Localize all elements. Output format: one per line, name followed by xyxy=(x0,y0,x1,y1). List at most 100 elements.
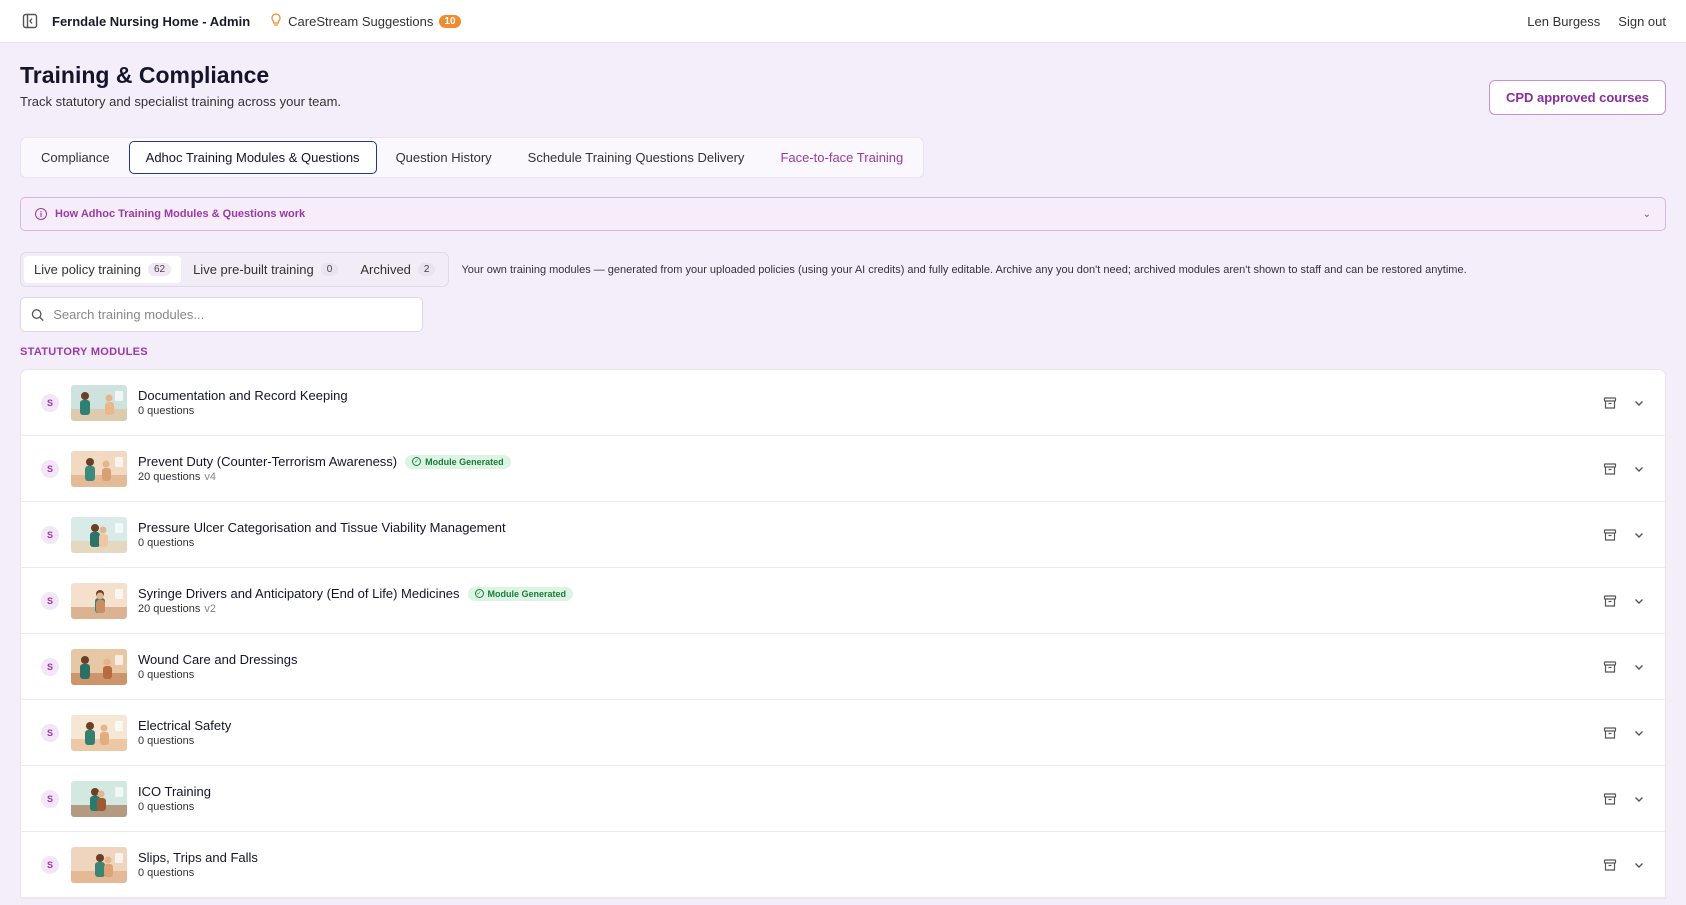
module-title: Documentation and Record Keeping xyxy=(138,388,348,403)
suggestions-link[interactable]: CareStream Suggestions 10 xyxy=(270,12,461,30)
list-item[interactable]: S Wound Care and Dressings 0 questions xyxy=(21,634,1665,700)
chevron-down-icon: ⌄ xyxy=(1642,208,1651,220)
subtab-label: Live policy training xyxy=(34,262,141,277)
chevron-down-icon[interactable] xyxy=(1633,727,1645,739)
question-count: 0 questions xyxy=(138,537,506,549)
statutory-badge: S xyxy=(41,393,59,412)
badge-label: Module Generated xyxy=(487,588,567,599)
tab-face-to-face[interactable]: Face-to-face Training xyxy=(763,141,920,174)
list-item[interactable]: S Documentation and Record Keeping 0 que… xyxy=(21,370,1665,436)
archive-icon[interactable] xyxy=(1603,660,1617,674)
check-circle-icon: ✓ xyxy=(412,457,422,466)
statutory-badge: S xyxy=(41,855,59,874)
module-thumbnail xyxy=(71,384,127,421)
question-count-text: 20 questions xyxy=(138,603,201,615)
chevron-down-icon[interactable] xyxy=(1633,859,1645,871)
sidebar-toggle-icon[interactable] xyxy=(20,11,40,31)
version-label: v4 xyxy=(204,471,217,483)
question-count-text: 0 questions xyxy=(138,735,195,747)
statutory-badge: S xyxy=(41,723,59,742)
archive-icon[interactable] xyxy=(1603,594,1617,608)
module-list: S Documentation and Record Keeping 0 que… xyxy=(20,369,1666,899)
archive-icon[interactable] xyxy=(1603,462,1617,476)
list-item[interactable]: S ICO Training 0 questions xyxy=(21,766,1665,832)
module-title: Prevent Duty (Counter-Terrorism Awarenes… xyxy=(138,454,398,469)
count-badge: 2 xyxy=(417,263,436,276)
module-thumbnail xyxy=(71,582,127,619)
statutory-badge: S xyxy=(41,789,59,808)
module-title: Syringe Drivers and Anticipatory (End of… xyxy=(138,586,460,601)
question-count: 0 questions xyxy=(138,669,297,681)
search-input[interactable] xyxy=(53,307,412,322)
archive-icon[interactable] xyxy=(1603,726,1617,740)
subtabs-description: Your own training modules — generated fr… xyxy=(461,263,1467,276)
how-it-works-label: How Adhoc Training Modules & Questions w… xyxy=(55,208,306,220)
user-name[interactable]: Len Burgess xyxy=(1527,14,1600,29)
question-count: 0 questions xyxy=(138,735,231,747)
module-title: Wound Care and Dressings xyxy=(138,652,298,667)
question-count-text: 0 questions xyxy=(138,669,195,681)
question-count-text: 0 questions xyxy=(138,801,195,813)
chevron-down-icon[interactable] xyxy=(1633,397,1645,409)
question-count: 0 questions xyxy=(138,405,348,417)
archive-icon[interactable] xyxy=(1603,858,1617,872)
archive-icon[interactable] xyxy=(1603,792,1617,806)
archive-icon[interactable] xyxy=(1603,396,1617,410)
module-filter-tabs: Live policy training 62 Live pre-built t… xyxy=(20,252,450,287)
subtab-live-prebuilt[interactable]: Live pre-built training 0 xyxy=(183,256,348,283)
version-label: v2 xyxy=(204,603,217,615)
check-circle-icon: ✓ xyxy=(474,589,484,598)
module-thumbnail xyxy=(71,846,127,883)
list-item[interactable]: S Pressure Ulcer Categorisation and Tiss… xyxy=(21,502,1665,568)
chevron-down-icon[interactable] xyxy=(1633,529,1645,541)
list-item[interactable]: S Electrical Safety 0 questions xyxy=(21,700,1665,766)
lightbulb-icon xyxy=(270,12,282,30)
chevron-down-icon[interactable] xyxy=(1633,793,1645,805)
module-generated-badge: ✓ Module Generated xyxy=(405,454,511,469)
suggestions-count-badge: 10 xyxy=(439,14,461,28)
tab-compliance[interactable]: Compliance xyxy=(24,141,127,174)
chevron-down-icon[interactable] xyxy=(1633,595,1645,607)
subtab-archived[interactable]: Archived 2 xyxy=(350,256,445,283)
statutory-badge: S xyxy=(41,657,59,676)
subtab-live-policy[interactable]: Live policy training 62 xyxy=(24,256,182,283)
search-box xyxy=(20,297,423,332)
main-content: Training & Compliance Track statutory an… xyxy=(20,43,1666,899)
module-title: ICO Training xyxy=(138,784,211,799)
top-bar: Ferndale Nursing Home - Admin CareStream… xyxy=(0,0,1686,43)
app-title: Ferndale Nursing Home - Admin xyxy=(52,13,251,29)
search-icon xyxy=(31,308,44,321)
module-title: Electrical Safety xyxy=(138,718,232,733)
module-title: Pressure Ulcer Categorisation and Tissue… xyxy=(138,520,506,535)
sign-out-link[interactable]: Sign out xyxy=(1618,14,1666,29)
module-thumbnail xyxy=(71,714,127,751)
main-tabs: Compliance Adhoc Training Modules & Ques… xyxy=(20,137,925,178)
count-badge: 0 xyxy=(320,263,339,276)
statutory-badge: S xyxy=(41,459,59,478)
list-item[interactable]: S Syringe Drivers and Anticipatory (End … xyxy=(21,568,1665,634)
archive-icon[interactable] xyxy=(1603,528,1617,542)
module-title: Slips, Trips and Falls xyxy=(138,850,258,865)
list-item[interactable]: S Prevent Duty (Counter-Terrorism Awaren… xyxy=(21,436,1665,502)
module-generated-badge: ✓ Module Generated xyxy=(467,586,574,601)
cpd-courses-button[interactable]: CPD approved courses xyxy=(1488,80,1666,115)
page-subtitle: Track statutory and specialist training … xyxy=(20,94,342,109)
tab-schedule-delivery[interactable]: Schedule Training Questions Delivery xyxy=(511,141,762,174)
question-count: 0 questions xyxy=(138,801,211,813)
chevron-down-icon[interactable] xyxy=(1633,463,1645,475)
how-it-works-panel[interactable]: i How Adhoc Training Modules & Questions… xyxy=(20,197,1666,231)
chevron-down-icon[interactable] xyxy=(1633,661,1645,673)
suggestions-label: CareStream Suggestions xyxy=(288,13,434,29)
module-thumbnail xyxy=(71,780,127,817)
info-icon: i xyxy=(35,208,47,220)
tab-adhoc-training[interactable]: Adhoc Training Modules & Questions xyxy=(128,141,377,174)
statutory-badge: S xyxy=(41,525,59,544)
question-count-text: 20 questions xyxy=(138,471,201,483)
question-count-text: 0 questions xyxy=(138,537,195,549)
module-thumbnail xyxy=(71,516,127,553)
section-title: STATUTORY MODULES xyxy=(20,346,148,358)
statutory-badge: S xyxy=(41,591,59,610)
tab-question-history[interactable]: Question History xyxy=(379,141,509,174)
list-item[interactable]: S Slips, Trips and Falls 0 questions xyxy=(21,832,1665,898)
question-count: 20 questions v4 xyxy=(138,471,511,483)
